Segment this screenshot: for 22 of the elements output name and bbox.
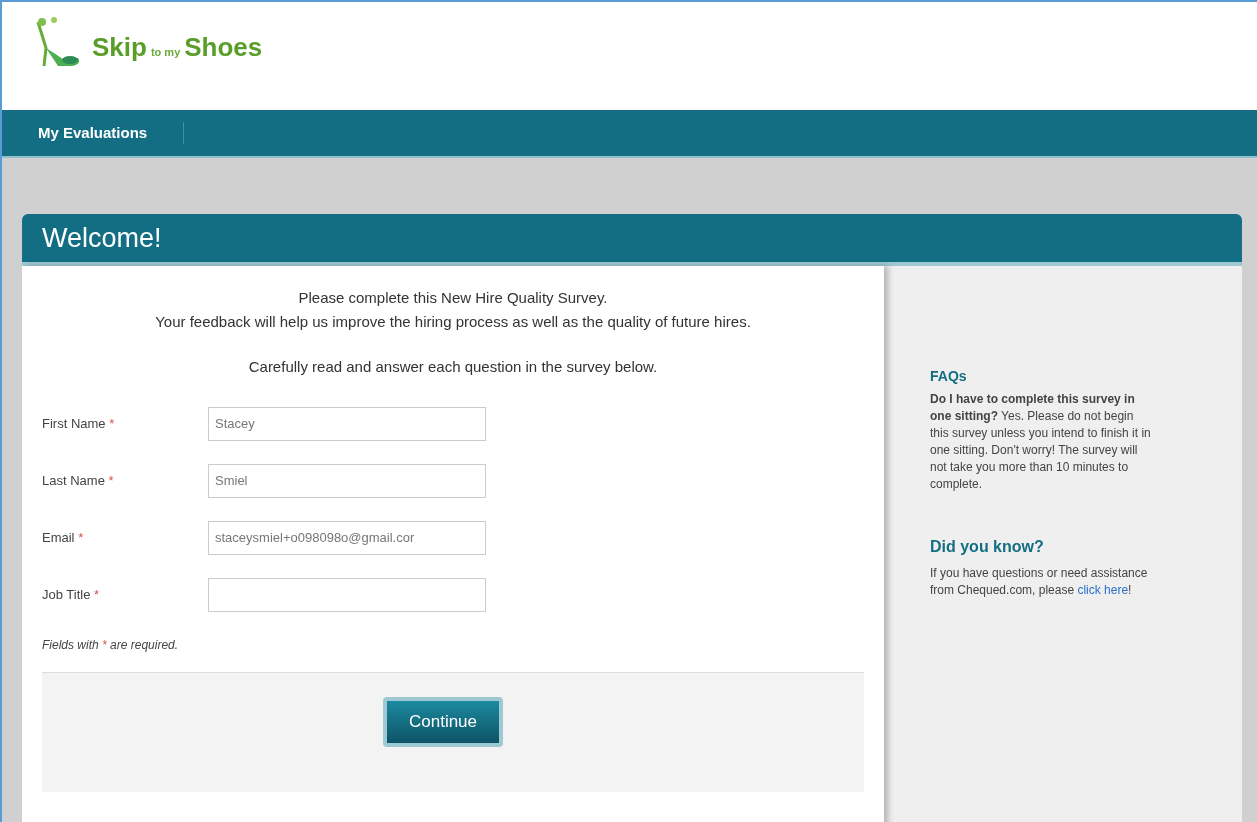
text-field[interactable]: Stacey — [208, 406, 486, 441]
logo-text: Shoes — [184, 31, 263, 64]
required-note: Fields with * are required. — [42, 636, 180, 654]
text-field[interactable] — [208, 577, 486, 612]
help-text: If you have questions or need assistance from Chequed.com, please click here! — [930, 565, 1149, 599]
nav-tab[interactable]: My Evaluations — [2, 121, 185, 145]
logo-text: Skip — [92, 31, 147, 64]
field-label: First Name * — [42, 414, 116, 433]
logo-text: to my — [150, 45, 181, 60]
faq-heading: FAQs — [930, 367, 968, 386]
welcome-heading: Welcome! — [42, 221, 162, 255]
faq-text: Do I have to complete this survey in one sitting? Yes. Please do not begin this survey unless you intend to finish it in one sitting. Don't worry! The survey will not take you more than 10 minutes to complete. — [930, 391, 1152, 493]
text-field[interactable]: Smiel — [208, 463, 486, 498]
instruction-text: Carefully read and answer each question in the survey below. — [247, 357, 659, 377]
field-label: Job Title * — [42, 585, 101, 604]
field-label: Email * — [42, 528, 85, 547]
intro-text: Please complete this New Hire Quality Survey. — [298, 288, 608, 308]
field-label: Last Name * — [42, 471, 115, 490]
continue-button[interactable]: Continue — [383, 696, 503, 747]
intro-text: Your feedback will help us improve the hiring process as well as the quality of future hires. — [155, 312, 751, 332]
did-you-know-heading: Did you know? — [930, 537, 1045, 557]
text-field[interactable]: staceysmiel+o098098o@gmail.cor — [208, 520, 486, 555]
